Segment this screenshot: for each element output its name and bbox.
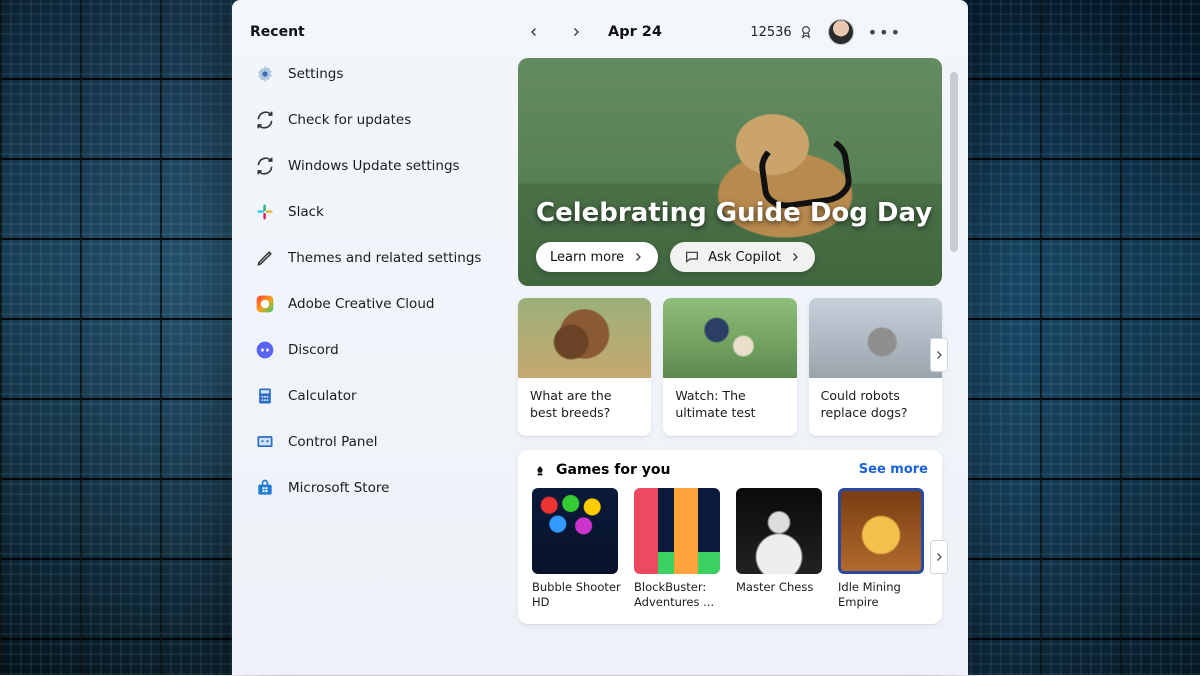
game-thumbnail <box>838 488 924 574</box>
chevron-right-icon <box>933 551 945 563</box>
game-thumbnail <box>532 488 618 574</box>
feed-scroll-area: Celebrating Guide Dog Day Learn more Ask… <box>510 58 960 676</box>
recent-item-label: Check for updates <box>288 112 411 128</box>
game-name: BlockBuster: Adventures ... <box>634 580 724 610</box>
game-tile[interactable]: Bubble Shooter HD <box>532 488 622 610</box>
recent-item-adobe-cc[interactable]: Adobe Creative Cloud <box>248 284 500 324</box>
hero-card[interactable]: Celebrating Guide Dog Day Learn more Ask… <box>518 58 942 286</box>
learn-more-button[interactable]: Learn more <box>536 242 658 272</box>
chevron-right-icon <box>632 251 644 263</box>
nav-back-button[interactable] <box>520 18 548 46</box>
game-thumbnail <box>736 488 822 574</box>
recent-item-label: Windows Update settings <box>288 158 460 174</box>
articles-row: What are the best breeds? Watch: The ult… <box>518 298 942 436</box>
feed-content: Apr 24 12536 ••• Celebrating Guide Dog D… <box>510 0 968 675</box>
chat-icon <box>684 249 700 265</box>
learn-more-label: Learn more <box>550 250 624 265</box>
article-card[interactable]: Could robots replace dogs? <box>809 298 942 436</box>
recent-sidebar: Recent Settings Check for updates Window… <box>232 0 510 675</box>
recent-list: Settings Check for updates Windows Updat… <box>248 54 500 508</box>
chess-piece-icon <box>532 462 548 478</box>
rewards-points[interactable]: 12536 <box>750 24 813 40</box>
game-name: Bubble Shooter HD <box>532 580 622 610</box>
hero-title: Celebrating Guide Dog Day <box>536 198 932 228</box>
adobe-cc-icon <box>254 293 276 315</box>
discord-icon <box>254 339 276 361</box>
refresh-icon <box>254 109 276 131</box>
user-avatar[interactable] <box>828 19 854 45</box>
article-title: Could robots replace dogs? <box>809 378 942 436</box>
see-more-link[interactable]: See more <box>859 462 928 477</box>
game-tile[interactable]: BlockBuster: Adventures ... <box>634 488 724 610</box>
ms-store-icon <box>254 477 276 499</box>
article-card[interactable]: Watch: The ultimate test <box>663 298 796 436</box>
game-tile[interactable]: Idle Mining Empire <box>838 488 928 610</box>
article-thumbnail <box>663 298 796 378</box>
calculator-icon <box>254 385 276 407</box>
article-thumbnail <box>809 298 942 378</box>
recent-item-label: Adobe Creative Cloud <box>288 296 434 312</box>
scrollbar-thumb[interactable] <box>950 72 958 252</box>
games-section: Games for you See more Bubble Shooter HD… <box>518 450 942 624</box>
slack-icon <box>254 201 276 223</box>
pencil-icon <box>254 247 276 269</box>
chevron-right-icon <box>789 251 801 263</box>
game-thumbnail <box>634 488 720 574</box>
recent-item-label: Discord <box>288 342 339 358</box>
games-row: Bubble Shooter HD BlockBuster: Adventure… <box>532 488 928 610</box>
recent-item-settings[interactable]: Settings <box>248 54 500 94</box>
nav-forward-button[interactable] <box>562 18 590 46</box>
more-options-button[interactable]: ••• <box>868 23 902 42</box>
control-panel-icon <box>254 431 276 453</box>
recent-item-control-panel[interactable]: Control Panel <box>248 422 500 462</box>
rewards-medal-icon <box>798 24 814 40</box>
date-label[interactable]: Apr 24 <box>608 24 662 40</box>
game-tile[interactable]: Master Chess <box>736 488 826 610</box>
recent-item-label: Slack <box>288 204 324 220</box>
recent-item-label: Calculator <box>288 388 357 404</box>
points-value: 12536 <box>750 25 791 40</box>
recent-item-label: Settings <box>288 66 343 82</box>
recent-heading: Recent <box>250 24 500 40</box>
article-card[interactable]: What are the best breeds? <box>518 298 651 436</box>
topbar: Apr 24 12536 ••• <box>510 14 960 58</box>
widgets-panel: Recent Settings Check for updates Window… <box>232 0 968 675</box>
recent-item-ms-store[interactable]: Microsoft Store <box>248 468 500 508</box>
recent-item-themes[interactable]: Themes and related settings <box>248 238 500 278</box>
games-heading: Games for you <box>556 462 670 478</box>
chevron-right-icon <box>933 349 945 361</box>
ask-copilot-label: Ask Copilot <box>708 250 781 265</box>
recent-item-label: Control Panel <box>288 434 378 450</box>
refresh-icon <box>254 155 276 177</box>
article-title: What are the best breeds? <box>518 378 651 436</box>
copilot-logo-icon[interactable] <box>916 19 942 45</box>
game-name: Master Chess <box>736 580 826 595</box>
games-next-button[interactable] <box>930 540 948 574</box>
recent-item-check-updates[interactable]: Check for updates <box>248 100 500 140</box>
recent-item-slack[interactable]: Slack <box>248 192 500 232</box>
article-title: Watch: The ultimate test <box>663 378 796 436</box>
ask-copilot-button[interactable]: Ask Copilot <box>670 242 815 272</box>
articles-next-button[interactable] <box>930 338 948 372</box>
article-thumbnail <box>518 298 651 378</box>
recent-item-label: Microsoft Store <box>288 480 389 496</box>
recent-item-label: Themes and related settings <box>288 250 481 266</box>
recent-item-windows-update[interactable]: Windows Update settings <box>248 146 500 186</box>
game-name: Idle Mining Empire <box>838 580 928 610</box>
recent-item-calculator[interactable]: Calculator <box>248 376 500 416</box>
settings-gear-icon <box>254 63 276 85</box>
recent-item-discord[interactable]: Discord <box>248 330 500 370</box>
